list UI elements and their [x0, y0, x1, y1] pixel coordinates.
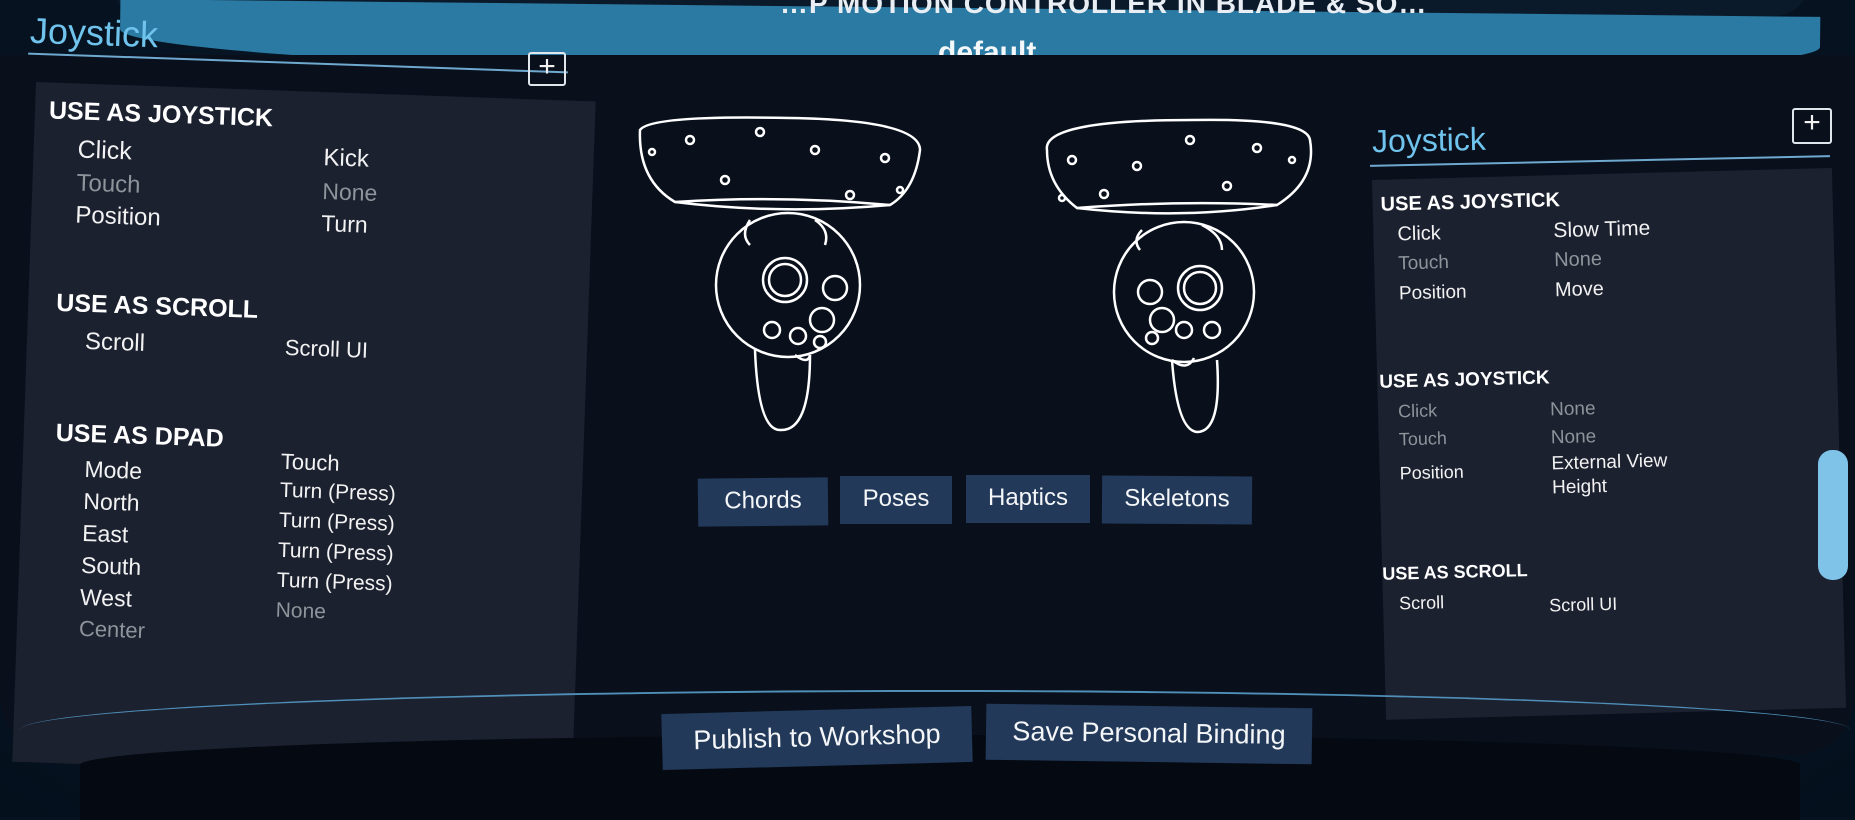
tab-haptics[interactable]: Haptics — [966, 475, 1090, 523]
right-section-title: USE AS SCROLL — [1382, 560, 1528, 584]
publish-to-workshop-button[interactable]: Publish to Workshop — [661, 705, 973, 771]
left-section-title: USE AS DPAD — [55, 418, 225, 453]
right-input-position-2[interactable]: Position — [1399, 462, 1464, 485]
left-input-center[interactable]: Center — [78, 616, 146, 644]
left-action-mode[interactable]: Touch — [280, 449, 340, 477]
left-input-scroll[interactable]: Scroll — [84, 328, 146, 358]
tab-skeletons[interactable]: Skeletons — [1101, 475, 1253, 525]
right-input-click[interactable]: Click — [1397, 222, 1441, 246]
tab-poses[interactable]: Poses — [840, 476, 952, 524]
right-bindings-card: USE AS JOYSTICK Click Slow Time Touch No… — [1372, 167, 1846, 720]
right-input-touch[interactable]: Touch — [1398, 252, 1449, 275]
tab-chords[interactable]: Chords — [697, 477, 829, 527]
right-section-title: USE AS JOYSTICK — [1379, 367, 1550, 393]
binding-editor: …P MOTION CONTROLLER IN BLADE & SO… defa… — [0, 0, 1855, 820]
right-add-button[interactable]: + — [1792, 108, 1832, 144]
right-action-click-2[interactable]: None — [1550, 398, 1596, 421]
left-action-scroll[interactable]: Scroll UI — [284, 335, 368, 364]
left-input-west[interactable]: West — [80, 584, 133, 613]
plus-square-icon: + — [1803, 106, 1821, 139]
left-action-click[interactable]: Kick — [323, 144, 369, 174]
plus-square-icon: + — [538, 50, 556, 83]
left-input-click[interactable]: Click — [77, 136, 132, 167]
left-add-button[interactable]: + — [528, 52, 566, 86]
left-input-mode[interactable]: Mode — [84, 456, 142, 485]
left-input-north[interactable]: North — [83, 488, 140, 517]
right-input-position[interactable]: Position — [1399, 282, 1467, 306]
left-action-north[interactable]: Turn (Press) — [279, 479, 396, 507]
right-input-scroll[interactable]: Scroll — [1399, 592, 1445, 614]
right-action-touch-2[interactable]: None — [1551, 426, 1597, 449]
right-vr-controller-icon — [1045, 118, 1313, 434]
left-action-center[interactable]: None — [275, 599, 326, 625]
right-input-touch-2[interactable]: Touch — [1399, 428, 1448, 450]
right-action-click[interactable]: Slow Time — [1553, 217, 1650, 244]
right-action-scroll[interactable]: Scroll UI — [1549, 594, 1618, 617]
left-action-east[interactable]: Turn (Press) — [278, 509, 395, 537]
left-panel-heading: Joystick — [29, 9, 159, 56]
right-panel-heading: Joystick — [1371, 120, 1487, 160]
left-bindings-card: USE AS JOYSTICK Click Kick Touch None Po… — [12, 82, 596, 782]
save-personal-binding-button[interactable]: Save Personal Binding — [985, 703, 1313, 765]
left-input-touch[interactable]: Touch — [76, 169, 141, 199]
app-title: …P MOTION CONTROLLER IN BLADE & SO… — [780, 0, 1428, 19]
left-input-east[interactable]: East — [82, 520, 129, 549]
left-input-south[interactable]: South — [81, 552, 142, 581]
left-action-touch[interactable]: None — [322, 178, 378, 207]
right-section-title: USE AS JOYSTICK — [1380, 189, 1561, 216]
left-vr-controller-icon — [638, 116, 922, 432]
right-action-position-2[interactable]: External View — [1551, 450, 1667, 475]
right-scrollbar[interactable] — [1818, 450, 1848, 580]
left-section-title: USE AS JOYSTICK — [48, 96, 274, 133]
right-action-touch[interactable]: None — [1554, 248, 1602, 272]
right-action-position-2-line2[interactable]: Height — [1552, 476, 1607, 499]
left-section-title: USE AS SCROLL — [55, 288, 259, 324]
left-input-position[interactable]: Position — [75, 201, 161, 232]
left-action-west[interactable]: Turn (Press) — [276, 569, 393, 597]
right-action-position[interactable]: Move — [1555, 278, 1604, 302]
right-input-click-2[interactable]: Click — [1398, 400, 1438, 422]
left-action-south[interactable]: Turn (Press) — [277, 539, 394, 567]
left-action-position[interactable]: Turn — [321, 210, 368, 239]
